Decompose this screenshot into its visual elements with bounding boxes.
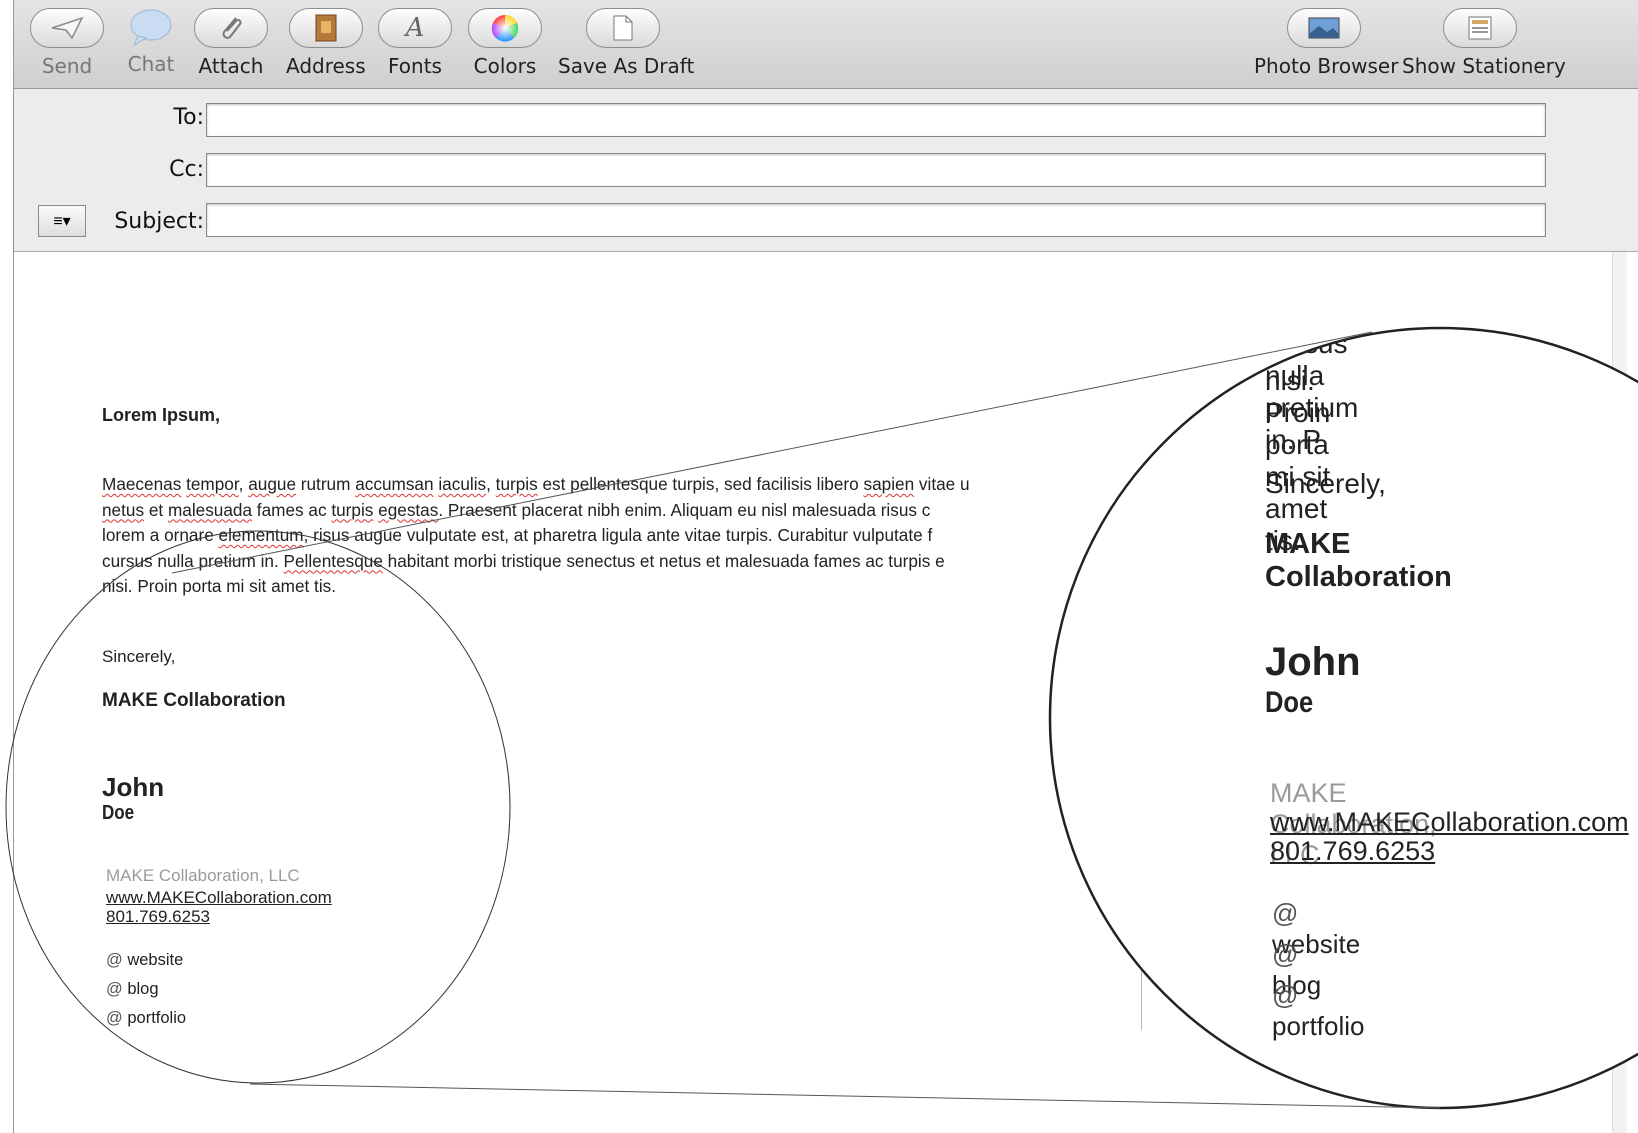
body-line-1: Maecenas tempor, augue rutrum accumsan i… [102, 474, 970, 494]
chat-label: Chat [127, 52, 175, 76]
address-book-icon [288, 8, 363, 48]
save-as-draft-button[interactable]: Save As Draft [558, 8, 695, 78]
magnified-link-portfolio-label: portfolio [1272, 1011, 1365, 1041]
draft-icon [586, 8, 660, 48]
signature-first-name: John [102, 772, 165, 802]
at-icon: @ [1272, 939, 1299, 969]
send-icon [30, 8, 104, 48]
attach-label: Attach [198, 54, 264, 78]
chat-button[interactable]: Chat [124, 8, 178, 76]
magnified-phone: 801.769.6253 [1270, 836, 1436, 866]
colors-button[interactable]: Colors [468, 8, 542, 78]
stationery-icon [1443, 8, 1517, 48]
magnified-first-name: John [1265, 640, 1361, 684]
source-highlight-circle [5, 530, 511, 1084]
color-wheel-icon [468, 8, 542, 48]
link-blog[interactable]: @ blog [106, 980, 159, 999]
body-line-4: cursus nulla pretium in. Pellentesque ha… [102, 550, 945, 571]
at-icon: @ [1272, 980, 1299, 1010]
body-line-2: netus et malesuada fames ac turpis egest… [102, 499, 931, 520]
subject-field[interactable] [206, 203, 1546, 237]
show-stationery-button[interactable]: Show Stationery [1402, 8, 1566, 78]
fonts-button[interactable]: A Fonts [378, 8, 452, 78]
magnified-last-name: Doe [1265, 686, 1314, 719]
magnified-closing: Sincerely, [1265, 468, 1386, 499]
magnified-company-bold: MAKE Collaboration [1265, 528, 1452, 593]
link-portfolio[interactable]: @ portfolio [106, 1009, 186, 1028]
fonts-label: Fonts [388, 54, 442, 78]
chat-icon [124, 8, 178, 46]
at-icon: @ [106, 951, 123, 969]
body-line-5: nisi. Proin porta mi sit amet tis. [102, 576, 337, 596]
company-name-bold: MAKE Collaboration [102, 690, 286, 711]
magnifier-lens: cursus nulla pretium in. P nisi. Proin p… [1050, 328, 1638, 1108]
closing: Sincerely, [102, 647, 176, 666]
fonts-icon: A [378, 8, 452, 48]
at-icon: @ [106, 1009, 123, 1027]
paperclip-icon [194, 8, 268, 48]
address-button[interactable]: Address [286, 8, 366, 78]
link-website-label: website [127, 951, 184, 969]
to-label: To: [173, 105, 204, 130]
body-paragraph: Maecenas tempor, augue rutrum accumsan i… [102, 472, 1112, 602]
cc-field[interactable] [206, 153, 1546, 187]
connector-line-bottom [249, 1083, 1441, 1109]
save-as-draft-label: Save As Draft [558, 54, 695, 78]
at-icon: @ [1272, 898, 1299, 928]
attach-button[interactable]: Attach [194, 8, 268, 78]
magnified-link-portfolio: @ portfolio [1272, 980, 1365, 1042]
photo-browser-button[interactable]: Photo Browser [1254, 8, 1399, 78]
at-icon: @ [106, 980, 123, 998]
mail-compose-window: Send Chat Attach Address A Fonts Colors … [0, 0, 1638, 1133]
company-llc: MAKE Collaboration, LLC [106, 866, 300, 885]
website-link[interactable]: www.MAKECollaboration.com [106, 888, 332, 908]
to-field[interactable] [206, 103, 1546, 137]
toolbar: Send Chat Attach Address A Fonts Colors … [14, 0, 1638, 89]
link-website[interactable]: @ website [106, 951, 183, 970]
photo-browser-label: Photo Browser [1254, 54, 1399, 78]
greeting: Lorem Ipsum, [102, 405, 221, 425]
cc-label: Cc: [169, 157, 204, 182]
link-blog-label: blog [127, 980, 159, 998]
send-label: Send [41, 54, 93, 78]
body-line-3: lorem a ornare elementum, risus augue vu… [102, 525, 933, 545]
send-button[interactable]: Send [30, 8, 104, 78]
show-stationery-label: Show Stationery [1402, 54, 1566, 78]
address-label: Address [286, 54, 366, 78]
subject-label: Subject: [114, 209, 204, 234]
phone-link[interactable]: 801.769.6253 [106, 907, 210, 927]
magnified-website-link: www.MAKECollaboration.com [1270, 807, 1629, 837]
link-portfolio-label: portfolio [127, 1009, 187, 1027]
photo-icon [1287, 8, 1361, 48]
colors-label: Colors [473, 54, 537, 78]
message-header: To: Cc: ≡▾ Subject: [14, 89, 1638, 252]
signature-last-name: Doe [102, 802, 135, 824]
